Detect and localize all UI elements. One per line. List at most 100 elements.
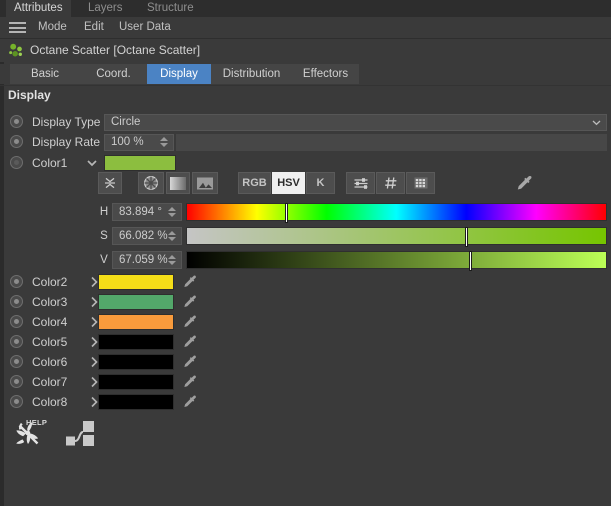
image-picker-icon[interactable] <box>192 172 218 194</box>
hash-icon[interactable] <box>376 172 405 194</box>
color1-expand-chevron-down-icon[interactable] <box>86 156 98 170</box>
keyframe-dot-color3[interactable] <box>10 295 23 308</box>
color8-swatch[interactable] <box>98 394 174 410</box>
mode-hsv-button[interactable]: HSV <box>272 172 305 194</box>
tab-distribution[interactable]: Distribution <box>211 64 293 84</box>
attribute-tabs: Basic Coord. Display Distribution Effect… <box>0 64 611 84</box>
panel-tab-layers[interactable]: Layers <box>80 0 131 17</box>
sliders-icon[interactable] <box>346 172 375 194</box>
hue-slider-handle[interactable] <box>285 203 288 223</box>
label-color5: Color5 <box>32 335 68 349</box>
label-color2: Color2 <box>32 275 68 289</box>
collapse-icon[interactable] <box>98 172 122 194</box>
label-color8: Color8 <box>32 395 68 409</box>
display-type-value: Circle <box>111 116 141 128</box>
row-color4: Color4 <box>0 312 611 332</box>
mode-rgb-button[interactable]: RGB <box>238 172 271 194</box>
color2-eyedropper-icon[interactable] <box>182 274 198 290</box>
color5-swatch[interactable] <box>98 334 174 350</box>
gradient-icon[interactable] <box>166 172 190 194</box>
object-title: Octane Scatter [Octane Scatter] <box>30 43 201 57</box>
panel-tab-structure[interactable]: Structure <box>139 0 202 17</box>
display-rate-input[interactable]: 100 % <box>104 134 174 151</box>
tab-effectors[interactable]: Effectors <box>292 64 360 84</box>
tab-basic[interactable]: Basic <box>10 64 81 84</box>
node-graph-icon[interactable] <box>63 418 99 454</box>
panel-tab-attributes[interactable]: Attributes <box>6 0 71 17</box>
tab-display[interactable]: Display <box>147 64 212 84</box>
row-display-rate: Display Rate 100 % <box>0 132 611 152</box>
panel-tab-strip: Attributes Layers Structure <box>0 0 611 17</box>
label-v: V <box>100 254 108 266</box>
v-stepper[interactable] <box>168 255 177 266</box>
display-rate-stepper[interactable] <box>160 137 169 148</box>
color6-eyedropper-icon[interactable] <box>182 354 198 370</box>
row-color6: Color6 <box>0 352 611 372</box>
color8-eyedropper-icon[interactable] <box>182 394 198 410</box>
color6-swatch[interactable] <box>98 354 174 370</box>
label-color4: Color4 <box>32 315 68 329</box>
color4-eyedropper-icon[interactable] <box>182 314 198 330</box>
display-type-dropdown[interactable]: Circle <box>104 114 607 131</box>
keyframe-dot-color1[interactable] <box>10 156 23 169</box>
tab-coord[interactable]: Coord. <box>80 64 148 84</box>
s-value: 66.082 % <box>119 230 168 242</box>
keyframe-dot-color4[interactable] <box>10 315 23 328</box>
hamburger-menu-icon[interactable] <box>9 22 26 33</box>
menu-mode[interactable]: Mode <box>32 17 73 38</box>
label-display-rate: Display Rate <box>32 135 101 149</box>
chevron-down-icon <box>592 120 601 126</box>
row-color8: Color8 <box>0 392 611 412</box>
keyframe-dot-color7[interactable] <box>10 375 23 388</box>
color7-swatch[interactable] <box>98 374 174 390</box>
mode-k-button[interactable]: K <box>306 172 335 194</box>
help-label: HELP <box>26 418 48 427</box>
v-input[interactable]: 67.059 % <box>112 251 182 269</box>
display-rate-slider-track[interactable] <box>176 134 607 151</box>
keyframe-dot-display-rate[interactable] <box>10 135 23 148</box>
label-s: S <box>100 230 108 242</box>
color3-eyedropper-icon[interactable] <box>182 294 198 310</box>
h-value: 83.894 ° <box>119 206 162 218</box>
row-color1: Color1 <box>0 153 611 173</box>
color7-eyedropper-icon[interactable] <box>182 374 198 390</box>
color3-swatch[interactable] <box>98 294 174 310</box>
menu-user-data[interactable]: User Data <box>113 17 177 38</box>
swatch-grid-icon[interactable] <box>406 172 435 194</box>
label-color7: Color7 <box>32 375 68 389</box>
keyframe-dot-color2[interactable] <box>10 275 23 288</box>
v-value: 67.059 % <box>119 254 168 266</box>
label-color3: Color3 <box>32 295 68 309</box>
keyframe-dot-display-type[interactable] <box>10 115 23 128</box>
color5-eyedropper-icon[interactable] <box>182 334 198 350</box>
s-stepper[interactable] <box>168 231 177 242</box>
row-color3: Color3 <box>0 292 611 312</box>
hsv-row-s: S 66.082 % <box>98 227 607 247</box>
keyframe-dot-color6[interactable] <box>10 355 23 368</box>
color1-swatch[interactable] <box>104 155 176 171</box>
h-stepper[interactable] <box>168 207 177 218</box>
color2-swatch[interactable] <box>98 274 174 290</box>
section-title-display: Display <box>8 88 51 102</box>
object-title-bar: Octane Scatter [Octane Scatter] <box>0 39 611 62</box>
saturation-slider-handle[interactable] <box>465 227 468 247</box>
menu-bar: Mode Edit User Data <box>0 17 611 51</box>
color-picker-toolbar: RGB HSV K <box>98 172 607 194</box>
hue-slider[interactable] <box>186 203 607 223</box>
hsv-row-v: V 67.059 % <box>98 251 607 271</box>
keyframe-dot-color5[interactable] <box>10 335 23 348</box>
s-input[interactable]: 66.082 % <box>112 227 182 245</box>
h-input[interactable]: 83.894 ° <box>112 203 182 221</box>
value-slider-handle[interactable] <box>469 251 472 271</box>
attributes-manager-window: Attributes Layers Structure Mode Edit Us… <box>0 0 611 506</box>
saturation-slider[interactable] <box>186 227 607 247</box>
hsv-row-h: H 83.894 ° <box>98 203 607 223</box>
octane-scatter-icon <box>9 43 22 57</box>
value-slider[interactable] <box>186 251 607 271</box>
eyedropper-icon[interactable] <box>510 172 538 194</box>
color-wheel-icon[interactable] <box>138 172 164 194</box>
menu-edit[interactable]: Edit <box>78 17 110 38</box>
keyframe-dot-color8[interactable] <box>10 395 23 408</box>
color4-swatch[interactable] <box>98 314 174 330</box>
tab-divider <box>0 85 611 86</box>
